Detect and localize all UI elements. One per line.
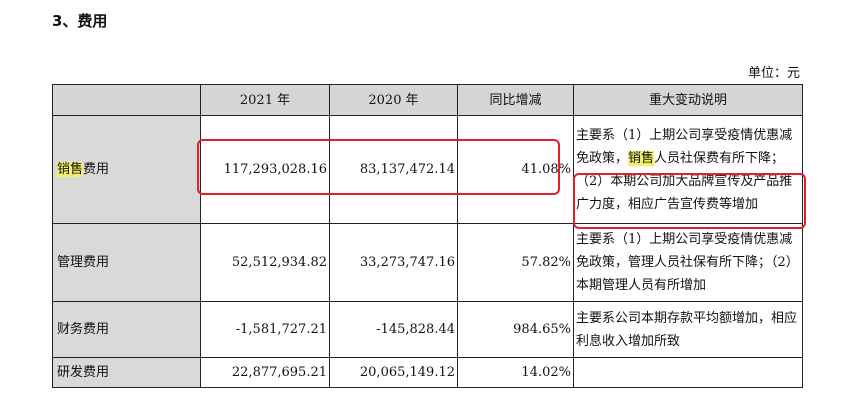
highlight-text: 销售 [57,162,84,177]
explanation: 主要系（1）上期公司享受疫情优惠减免政策，销售人员社保费有所下降；（2）本期公司… [573,115,803,224]
table-row: 销售费用 117,293,028.16 83,137,472.14 41.08%… [52,115,803,224]
value-change: 14.02% [457,357,574,388]
table-row: 管理费用 52,512,934.82 33,273,747.16 57.82% … [52,223,803,302]
value-2021: -1,581,727.21 [200,301,330,358]
table-header-row: 2021 年 2020 年 同比增减 重大变动说明 [52,84,803,116]
value-2020: 20,065,149.12 [329,357,458,388]
row-label: 财务费用 [52,301,201,358]
row-label: 销售费用 [52,115,201,224]
explanation: 主要系公司本期存款平均额增加，相应利息收入增加所致 [573,301,803,358]
header-item [52,84,201,116]
highlight-text: 销售 [628,150,655,166]
value-2020: 33,273,747.16 [329,223,458,302]
row-label-rest: 费用 [83,162,110,177]
value-2020: -145,828.44 [329,301,458,358]
unit-label: 单位：元 [747,66,800,81]
header-year-2021: 2021 年 [200,84,330,116]
value-change: 41.08% [457,115,574,224]
expense-table: 2021 年 2020 年 同比增减 重大变动说明 销售费用 117,293,0… [52,84,803,388]
header-change: 同比增减 [457,84,574,116]
value-2021: 117,293,028.16 [200,115,330,224]
row-label: 研发费用 [52,357,201,388]
row-label: 管理费用 [52,223,201,302]
explanation [573,357,803,388]
section-title: 3、费用 [52,12,108,30]
value-change: 984.65% [457,301,574,358]
header-explanation: 重大变动说明 [573,84,803,116]
value-2021: 22,877,695.21 [200,357,330,388]
table-row: 财务费用 -1,581,727.21 -145,828.44 984.65% 主… [52,301,803,358]
value-2020: 83,137,472.14 [329,115,458,224]
value-2021: 52,512,934.82 [200,223,330,302]
header-year-2020: 2020 年 [329,84,458,116]
value-change: 57.82% [457,223,574,302]
explanation: 主要系（1）上期公司享受疫情优惠减免政策，管理人员社保有所下降；（2）本期管理人… [573,223,803,302]
table-row: 研发费用 22,877,695.21 20,065,149.12 14.02% [52,357,803,388]
